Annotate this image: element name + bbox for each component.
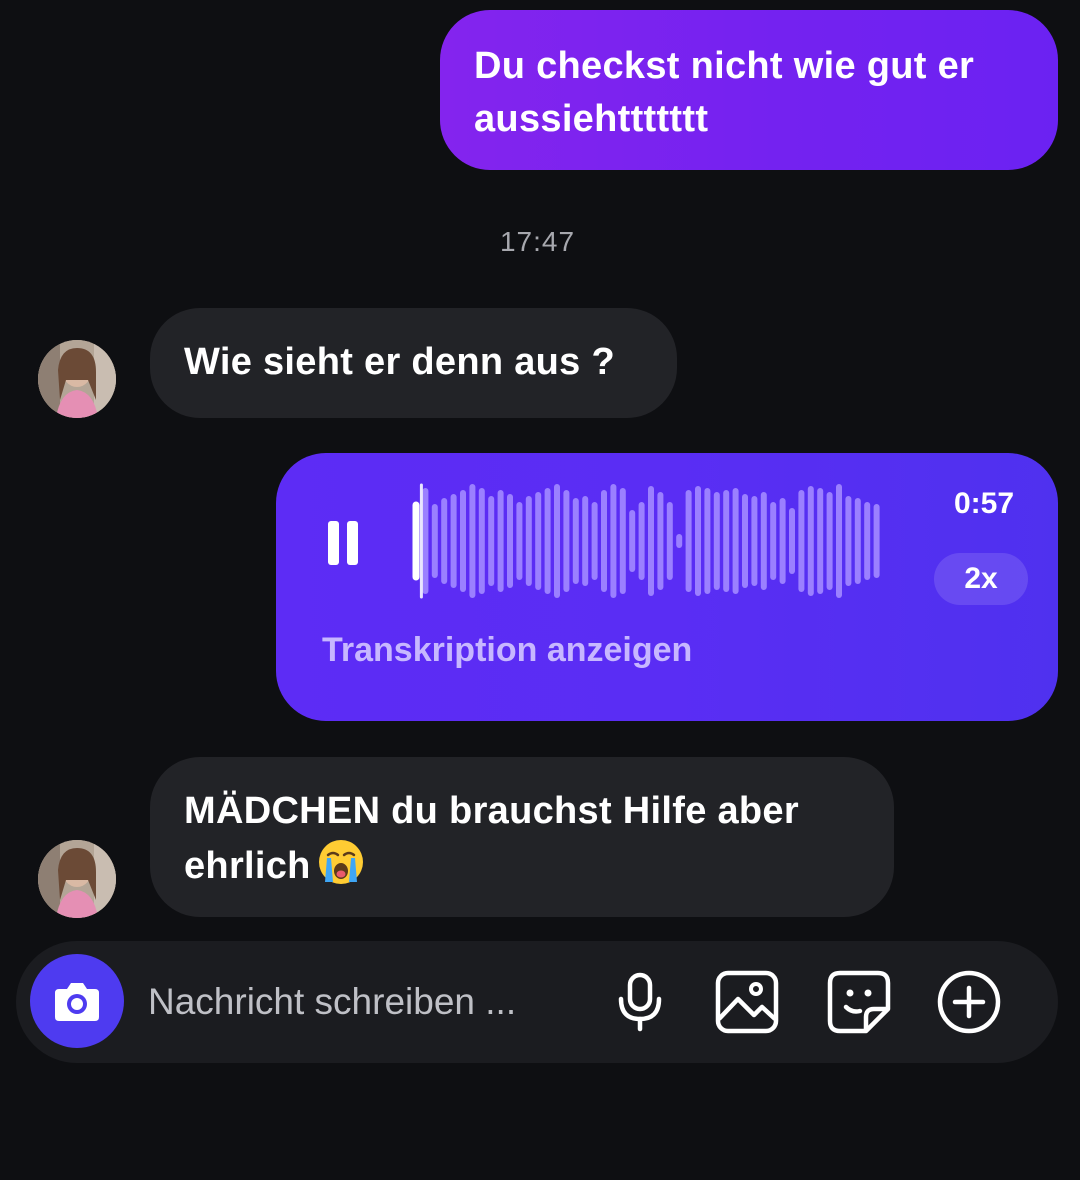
pause-button[interactable] [328,521,358,565]
microphone-icon [618,972,662,1032]
voice-duration: 0:57 [953,487,1014,520]
received-message-text: MÄDCHEN du brauchst Hilfe aber ehrlich [184,790,799,887]
sent-message-bubble[interactable]: Du checkst nicht wie gut er aussiehttttt… [440,10,1058,170]
image-icon [715,970,779,1034]
received-message-text: Wie sieht er denn aus ? [184,341,615,383]
plus-circle-icon [937,970,1001,1034]
received-message-bubble[interactable]: MÄDCHEN du brauchst Hilfe aber ehrlich [150,757,894,917]
voice-message-bubble[interactable]: 0:57 2x Transkription anzeigen [276,453,1058,721]
show-transcription-link[interactable]: Transkription anzeigen [322,631,692,670]
avatar[interactable] [38,340,116,418]
sent-message-text: Du checkst nicht wie gut er aussiehttttt… [474,45,975,140]
pause-icon [328,521,339,565]
more-options-button[interactable] [936,969,1002,1035]
gallery-button[interactable] [714,969,780,1035]
camera-button[interactable] [30,954,124,1048]
camera-icon [55,983,99,1021]
loudly-crying-face-emoji [318,840,363,884]
message-timestamp: 17:47 [499,226,576,257]
playback-speed-button[interactable]: 2x [934,553,1028,605]
avatar[interactable] [38,840,116,918]
sticker-button[interactable] [826,969,892,1035]
audio-waveform[interactable] [406,481,906,601]
voice-record-button[interactable] [608,969,674,1035]
received-message-bubble[interactable]: Wie sieht er denn aus ? [150,308,677,418]
message-input[interactable] [148,977,588,1027]
sticker-icon [827,970,891,1034]
message-composer [16,941,1058,1063]
